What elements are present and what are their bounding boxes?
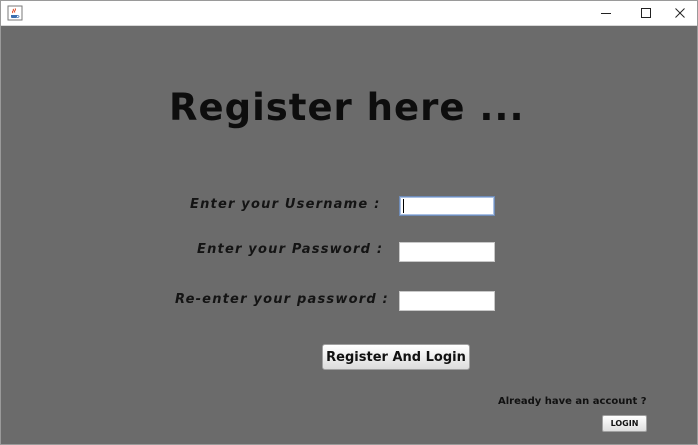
app-window: Register here ... Enter your Username : … — [0, 0, 698, 445]
password-input[interactable] — [399, 242, 495, 262]
title-bar[interactable] — [1, 1, 697, 26]
repassword-input[interactable] — [399, 291, 495, 311]
username-label: Enter your Username : — [190, 197, 381, 212]
java-cup-icon — [7, 5, 23, 21]
register-and-login-button[interactable]: Register And Login — [322, 344, 470, 370]
username-input[interactable] — [399, 196, 495, 216]
register-panel: Register here ... Enter your Username : … — [1, 26, 697, 444]
login-button[interactable]: LOGIN — [602, 415, 647, 432]
repassword-label: Re-enter your password : — [175, 292, 389, 307]
text-caret — [403, 199, 404, 213]
account-prompt: Already have an account ? — [498, 396, 647, 407]
page-title: Register here ... — [169, 86, 525, 129]
password-label: Enter your Password : — [197, 242, 384, 257]
close-icon[interactable] — [657, 1, 698, 25]
